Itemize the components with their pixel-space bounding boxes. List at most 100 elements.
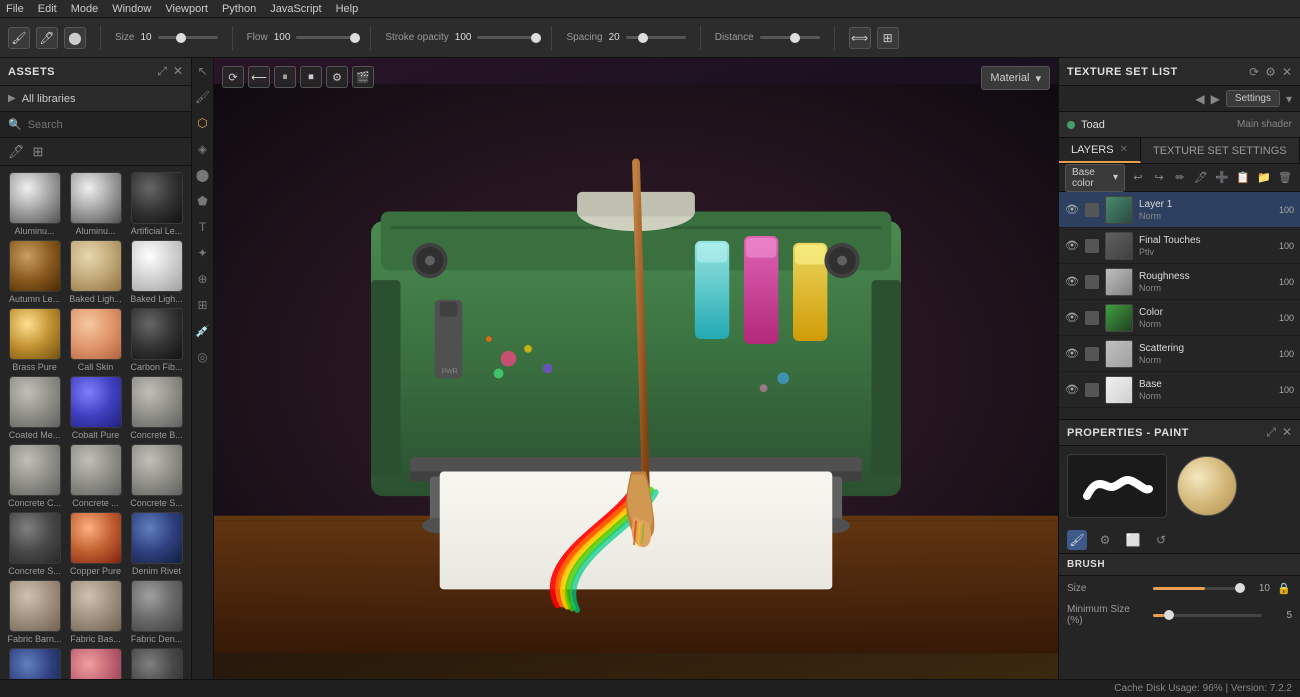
- layer-visibility-icon[interactable]: 👁: [1065, 347, 1079, 361]
- assets-expand-icon[interactable]: ⤢: [157, 64, 167, 79]
- tool-text[interactable]: T: [194, 218, 212, 236]
- texture-set-item[interactable]: Toad Main shader: [1059, 112, 1300, 138]
- asset-item[interactable]: Fabric Den...: [128, 580, 185, 644]
- min-size-slider[interactable]: [1153, 614, 1262, 617]
- prop-history-icon[interactable]: ↺: [1151, 530, 1171, 550]
- asset-item[interactable]: Aluminu...: [6, 172, 63, 236]
- tool-cursor[interactable]: ↖: [194, 62, 212, 80]
- tool-color[interactable]: ◎: [194, 348, 212, 366]
- tool-stamp[interactable]: ◈: [194, 140, 212, 158]
- asset-item[interactable]: Brass Pure: [6, 308, 63, 372]
- settings-button[interactable]: Settings: [1226, 90, 1280, 107]
- tsl-nav-right[interactable]: ▶: [1211, 92, 1220, 106]
- menu-edit[interactable]: Edit: [38, 3, 57, 15]
- asset-item[interactable]: Concrete S...: [6, 512, 63, 576]
- library-header[interactable]: ▶ All libraries: [0, 86, 191, 112]
- asset-item[interactable]: Baked Ligh...: [128, 240, 185, 304]
- tsl-nav-left[interactable]: ◀: [1195, 92, 1204, 106]
- asset-item[interactable]: Copper Pure: [67, 512, 124, 576]
- size-slider[interactable]: [158, 36, 218, 39]
- tab-layers-close[interactable]: ✕: [1120, 144, 1128, 155]
- menu-help[interactable]: Help: [336, 3, 359, 15]
- menu-mode[interactable]: Mode: [71, 3, 99, 15]
- properties-expand-icon[interactable]: ⤢: [1266, 425, 1276, 440]
- asset-item[interactable]: Concrete C...: [6, 444, 63, 508]
- tab-layers[interactable]: LAYERS ✕: [1059, 138, 1141, 163]
- fill-tool-btn[interactable]: ⬤: [64, 27, 86, 49]
- asset-item[interactable]: Baked Ligh...: [67, 240, 124, 304]
- material-selector[interactable]: Material ▾: [981, 66, 1050, 90]
- properties-close-icon[interactable]: ✕: [1282, 425, 1292, 440]
- layer-visibility-icon[interactable]: 👁: [1065, 275, 1079, 289]
- layer-visibility-icon[interactable]: 👁: [1065, 383, 1079, 397]
- prop-layers-icon[interactable]: ⬜: [1123, 530, 1143, 550]
- asset-item[interactable]: Concrete S...: [128, 444, 185, 508]
- layer-item[interactable]: 👁 Final Touches Ptlv 100: [1059, 228, 1300, 264]
- prop-brush-icon[interactable]: 🖌: [1067, 530, 1087, 550]
- vp-undo-btn[interactable]: ⟳: [222, 66, 244, 88]
- align-btn[interactable]: ⊞: [877, 27, 899, 49]
- asset-item[interactable]: Fabric Bas...: [67, 580, 124, 644]
- menu-javascript[interactable]: JavaScript: [270, 3, 321, 15]
- layer-mask-icon[interactable]: 🖊: [1192, 169, 1210, 187]
- search-input[interactable]: [28, 119, 183, 131]
- vp-camera-btn[interactable]: 🎬: [352, 66, 374, 88]
- vp-settings-btn[interactable]: ⚙: [326, 66, 348, 88]
- distance-slider[interactable]: [760, 36, 820, 39]
- asset-item[interactable]: Aluminu...: [67, 172, 124, 236]
- prop-settings-icon[interactable]: ⚙: [1095, 530, 1115, 550]
- layer-item[interactable]: 👁 Base Norm 100: [1059, 372, 1300, 408]
- menu-file[interactable]: File: [6, 3, 24, 15]
- asset-item[interactable]: Fabric Rou...: [128, 648, 185, 679]
- asset-tool-icon-2[interactable]: ⊞: [33, 144, 44, 160]
- asset-item[interactable]: Carbon Fib...: [128, 308, 185, 372]
- asset-item[interactable]: Fabric Knit...: [6, 648, 63, 679]
- menu-viewport[interactable]: Viewport: [165, 3, 208, 15]
- menu-python[interactable]: Python: [222, 3, 256, 15]
- asset-item[interactable]: Autumn Le...: [6, 240, 63, 304]
- size-lock-btn[interactable]: 🔒: [1276, 580, 1292, 596]
- tool-eyedrop[interactable]: 💉: [194, 322, 212, 340]
- asset-item[interactable]: Fabric Barn...: [6, 580, 63, 644]
- layer-visibility-icon[interactable]: 👁: [1065, 239, 1079, 253]
- tsl-refresh-icon[interactable]: ⟳: [1249, 65, 1259, 79]
- tsl-gear-icon[interactable]: ⚙: [1265, 65, 1276, 79]
- paint-tool-btn[interactable]: 🖊: [36, 27, 58, 49]
- spacing-slider[interactable]: [626, 36, 686, 39]
- menu-window[interactable]: Window: [112, 3, 151, 15]
- vp-stop-btn[interactable]: ⏹: [300, 66, 322, 88]
- brush-tool-btn[interactable]: 🖌: [8, 27, 30, 49]
- asset-item[interactable]: Coated Me...: [6, 376, 63, 440]
- tool-eraser[interactable]: ⬡: [194, 114, 212, 132]
- size-prop-slider[interactable]: [1153, 587, 1240, 590]
- layer-visibility-icon[interactable]: 👁: [1065, 203, 1079, 217]
- symmetry-btn[interactable]: ⟺: [849, 27, 871, 49]
- flow-slider[interactable]: [296, 36, 356, 39]
- layer-add-paint-icon[interactable]: ↩: [1129, 169, 1147, 187]
- layer-paint-icon[interactable]: ✏: [1171, 169, 1189, 187]
- asset-item[interactable]: Fabric Rou...: [67, 648, 124, 679]
- asset-item[interactable]: Call Skin: [67, 308, 124, 372]
- layer-filter-icon[interactable]: 📋: [1234, 169, 1252, 187]
- asset-item[interactable]: Artificial Le...: [128, 172, 185, 236]
- tool-measure[interactable]: ⊞: [194, 296, 212, 314]
- layer-visibility-icon[interactable]: 👁: [1065, 311, 1079, 325]
- asset-tool-icon-1[interactable]: 🖊: [8, 144, 25, 160]
- base-color-dropdown[interactable]: Base color ▾: [1065, 164, 1125, 192]
- tool-paint[interactable]: 🖌: [194, 88, 212, 106]
- asset-item[interactable]: Concrete ...: [67, 444, 124, 508]
- layer-item[interactable]: 👁 Scattering Norm 100: [1059, 336, 1300, 372]
- layer-add-fill-icon[interactable]: ↪: [1150, 169, 1168, 187]
- vp-pause-btn[interactable]: ⏸: [274, 66, 296, 88]
- viewport[interactable]: PWR Material ▾ ⟳ ⟵ ⏸ ⏹ ⚙ 🎬: [214, 58, 1058, 679]
- vp-back-btn[interactable]: ⟵: [248, 66, 270, 88]
- asset-item[interactable]: Denim Rivet: [128, 512, 185, 576]
- tab-texture-set-settings[interactable]: TEXTURE SET SETTINGS: [1141, 138, 1300, 163]
- tsl-close-icon[interactable]: ✕: [1282, 65, 1292, 79]
- tool-smudge[interactable]: ✦: [194, 244, 212, 262]
- tool-fill[interactable]: ⬤: [194, 166, 212, 184]
- tool-clone[interactable]: ⊕: [194, 270, 212, 288]
- layer-folder-icon[interactable]: 📁: [1255, 169, 1273, 187]
- layer-item[interactable]: 👁 Layer 1 Norm 100: [1059, 192, 1300, 228]
- assets-close-icon[interactable]: ✕: [173, 64, 183, 79]
